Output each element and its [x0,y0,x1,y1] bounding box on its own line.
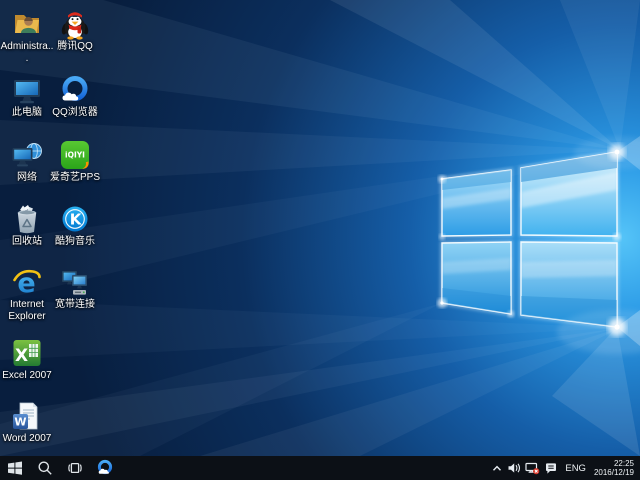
broadband-connection-icon [59,266,91,298]
volume-button[interactable] [505,456,523,480]
kugou-music-icon: K [59,203,91,235]
desktop-icon-label: 酷狗音乐 [55,236,95,248]
desktop-icon-label: 此电脑 [12,107,42,119]
start-button[interactable] [0,456,30,480]
clock-date: 2016/12/19 [594,468,634,478]
action-center-icon [544,461,558,475]
iqiyi-pps-icon: iQIYI [59,139,91,171]
desktop-icon-recycle-bin[interactable]: 回收站 [0,203,54,248]
taskbar-clock[interactable]: 22:25 2016/12/19 [591,459,640,478]
recycle-bin-icon [11,203,43,235]
svg-text:iQIYI: iQIYI [65,151,85,160]
windows-logo-icon [7,460,23,476]
task-view-button[interactable] [60,456,90,480]
task-view-icon [67,460,83,476]
desktop-icon-label: QQ浏览器 [52,107,98,119]
word-2007-icon: W [11,400,43,432]
desktop-icon-label: Administra... [0,41,54,64]
chevron-up-icon [491,461,503,475]
action-center-button[interactable] [542,456,560,480]
tencent-qq-icon [59,8,91,40]
taskbar: ENG 22:25 2016/12/19 [0,456,640,480]
desktop-icon-excel-2007[interactable]: X Excel 2007 [0,337,54,382]
svg-text:W: W [14,416,26,429]
language-indicator[interactable]: ENG [560,463,591,474]
qq-browser-icon [96,459,114,477]
desktop-icon-label: 宽带连接 [55,299,95,311]
desktop-icon-label: 网络 [17,172,37,184]
hidden-icons-button[interactable] [489,456,505,480]
excel-2007-icon: X [11,337,43,369]
clock-time: 22:25 [594,459,634,469]
network-disconnected-icon [525,461,540,475]
desktop-icon-label: Excel 2007 [2,370,51,382]
desktop-icon-label: Word 2007 [3,433,52,445]
desktop-icon-iqiyi-pps[interactable]: iQIYI 爱奇艺PPS [48,139,102,184]
internet-explorer-icon: e [11,266,43,298]
desktop-icon-internet-explorer[interactable]: e Internet Explorer [0,266,54,322]
desktop-icon-kugou-music[interactable]: K 酷狗音乐 [48,203,102,248]
desktop-icon-broadband-connection[interactable]: 宽带连接 [48,266,102,311]
qq-browser-icon [59,74,91,106]
system-tray: ENG 22:25 2016/12/19 [489,456,640,480]
desktop-icon-tencent-qq[interactable]: 腾讯QQ [48,8,102,53]
svg-text:K: K [70,211,83,229]
desktop-icon-label: 腾讯QQ [57,41,93,53]
search-button[interactable] [30,456,60,480]
network-icon [11,139,43,171]
network-status-button[interactable] [523,456,542,480]
taskbar-qq-browser-button[interactable] [90,456,120,480]
search-icon [37,460,53,476]
speaker-icon [507,461,521,475]
desktop-icon-network[interactable]: 网络 [0,139,54,184]
desktop-icon-word-2007[interactable]: W Word 2007 [0,400,54,445]
desktop-icon-this-pc[interactable]: 此电脑 [0,74,54,119]
desktop-icon-label: 回收站 [12,236,42,248]
administrator-folder-icon [11,8,43,40]
desktop-icon-label: Internet Explorer [0,299,54,322]
this-pc-icon [11,74,43,106]
windows-desktop: Administra... 腾讯QQ 此电脑 [0,0,640,480]
desktop-icon-label: 爱奇艺PPS [50,172,100,184]
desktop-icon-administrator[interactable]: Administra... [0,8,54,64]
svg-text:X: X [15,346,28,366]
desktop-icon-qq-browser[interactable]: QQ浏览器 [48,74,102,119]
taskbar-left [0,456,120,480]
